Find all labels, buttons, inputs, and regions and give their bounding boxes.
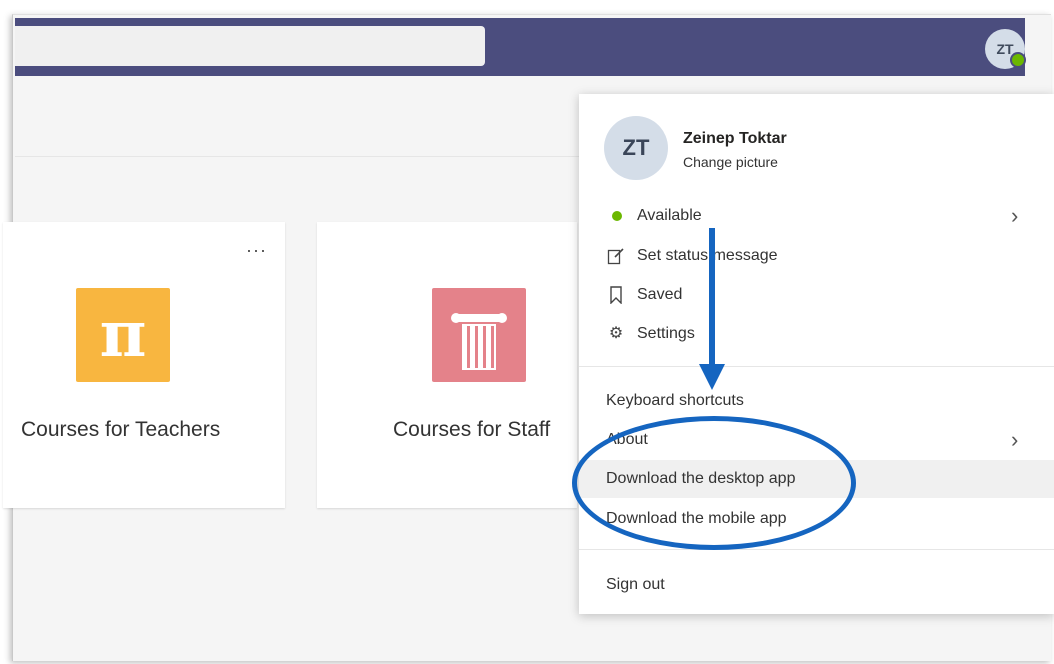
edit-icon xyxy=(606,238,626,279)
annotation-arrow-head xyxy=(699,364,725,390)
column-icon xyxy=(432,288,526,382)
menu-divider xyxy=(579,366,1054,367)
keyboard-shortcuts-item[interactable]: Keyboard shortcuts xyxy=(579,383,1054,419)
profile-name: Zeinep Toktar xyxy=(683,130,787,147)
gear-icon: ⚙ xyxy=(608,325,624,342)
sign-out-label: Sign out xyxy=(606,576,665,593)
annotation-arrow xyxy=(709,228,715,368)
chevron-right-icon: › xyxy=(1011,427,1019,452)
svg-text:π: π xyxy=(100,297,147,372)
team-card-teachers[interactable]: ··· π Courses for Teachers xyxy=(3,222,285,508)
status-label: Available xyxy=(637,207,702,224)
profile-avatar[interactable]: ZT xyxy=(604,116,668,180)
presence-available-icon xyxy=(612,211,622,221)
saved-label: Saved xyxy=(637,286,683,303)
top-bar xyxy=(15,18,1025,76)
set-status-message-item[interactable]: Set status message xyxy=(579,238,1054,274)
set-status-label: Set status message xyxy=(637,247,778,264)
saved-item[interactable]: Saved xyxy=(579,277,1054,313)
more-options-icon[interactable]: ··· xyxy=(246,240,267,261)
status-item-available[interactable]: Available › xyxy=(579,198,1054,234)
search-input[interactable] xyxy=(15,26,485,66)
sign-out-item[interactable]: Sign out xyxy=(579,567,1054,603)
chevron-right-icon: › xyxy=(1011,203,1019,228)
pi-icon: π xyxy=(76,288,170,382)
menu-divider xyxy=(579,549,1054,550)
change-picture-link[interactable]: Change picture xyxy=(683,154,778,170)
team-card-staff[interactable]: Courses for Staff xyxy=(317,222,577,508)
bookmark-icon xyxy=(606,277,626,318)
profile-avatar-button[interactable]: ZT xyxy=(985,29,1026,69)
annotation-highlight-oval xyxy=(572,416,856,550)
settings-label: Settings xyxy=(637,325,695,342)
presence-available-icon xyxy=(1010,52,1026,68)
team-card-title: Courses for Teachers xyxy=(21,418,221,441)
settings-item[interactable]: ⚙ Settings xyxy=(579,316,1054,352)
